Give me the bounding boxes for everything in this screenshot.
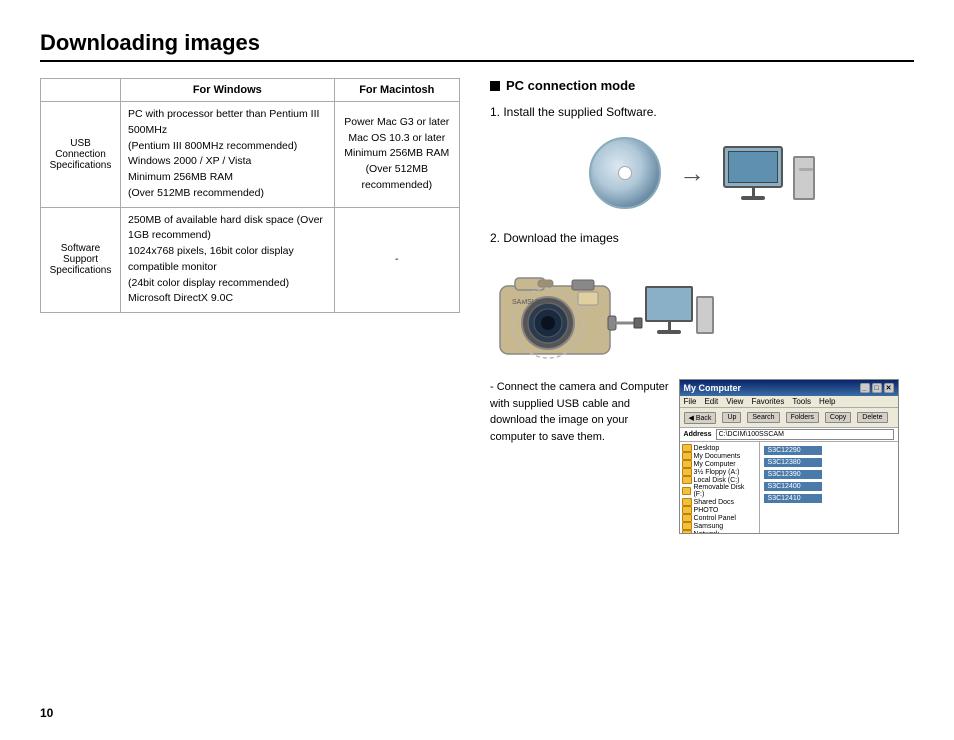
monitor-screen [728, 151, 778, 183]
table-mac-cell: - [334, 207, 459, 313]
monitor-small-group [645, 286, 693, 334]
address-input[interactable]: C:\DCIM\100SSCAM [716, 429, 894, 440]
explorer-body: DesktopMy DocumentsMy Computer3½ Floppy … [680, 442, 898, 534]
menu-file[interactable]: File [684, 397, 697, 406]
page-title: Downloading images [40, 30, 914, 62]
explorer-folder-item[interactable]: My Computer [682, 460, 757, 468]
desktop-computer-icon [723, 146, 815, 200]
menu-help[interactable]: Help [819, 397, 835, 406]
explorer-left-panel: DesktopMy DocumentsMy Computer3½ Floppy … [680, 442, 760, 534]
explorer-folder-item[interactable]: 3½ Floppy (A:) [682, 468, 757, 476]
bullet-icon [490, 81, 500, 91]
folders-btn[interactable]: Folders [786, 412, 819, 423]
search-btn[interactable]: Search [747, 412, 779, 423]
explorer-title-bar: My Computer _ □ ✕ [680, 380, 898, 396]
specs-table: For Windows For Macintosh USB Connection… [40, 78, 460, 313]
monitor-small [645, 286, 693, 322]
connect-text: - Connect the camera and Computer with s… [490, 379, 669, 445]
step2: 2. Download the images [490, 231, 914, 245]
explorer-folder-item[interactable]: Desktop [682, 444, 757, 452]
monitor-stand [752, 188, 755, 196]
explorer-file-item[interactable]: S3C12410 [764, 494, 822, 503]
explorer-title-controls: _ □ ✕ [860, 383, 894, 393]
back-btn[interactable]: ◀ Back [684, 412, 717, 424]
explorer-folder-item[interactable]: Removable Disk (F:) [682, 484, 757, 498]
explorer-folder-item[interactable]: Samsung [682, 522, 757, 530]
step1: 1. Install the supplied Software. [490, 105, 914, 119]
camera-svg: SAMSUNG [490, 258, 645, 363]
explorer-toolbar: ◀ Back Up Search Folders Copy Delete [680, 408, 898, 428]
up-btn[interactable]: Up [722, 412, 741, 423]
copy-btn[interactable]: Copy [825, 412, 851, 423]
address-label: Address [684, 431, 712, 438]
explorer-file-item[interactable]: S3C12290 [764, 446, 822, 455]
minimize-btn[interactable]: _ [860, 383, 870, 393]
explorer-folder-item[interactable]: Control Panel [682, 514, 757, 522]
right-panel: PC connection mode 1. Install the suppli… [490, 78, 914, 534]
windows-column-header: For Windows [121, 79, 335, 102]
step1-label: 1. Install the supplied Software. [490, 105, 657, 119]
menu-view[interactable]: View [726, 397, 743, 406]
explorer-folder-item[interactable]: Network [682, 530, 757, 534]
monitor-icon [723, 146, 783, 188]
page-number: 10 [40, 706, 53, 720]
macintosh-column-header: For Macintosh [334, 79, 459, 102]
table-windows-cell: PC with processor better than Pentium II… [121, 102, 335, 208]
explorer-right-panel: S3C12290 S3C12380 S3C12390 S3C12400 S3C12410 [760, 442, 898, 534]
table-row-header: Software Support Specifications [41, 207, 121, 313]
explorer-address-bar: Address C:\DCIM\100SSCAM [680, 428, 898, 442]
download-illustration: SAMSUNG [490, 255, 914, 365]
table-corner-header [41, 79, 121, 102]
menu-edit[interactable]: Edit [704, 397, 718, 406]
arrow-icon: → [679, 158, 705, 189]
explorer-folder-item[interactable]: PHOTO [682, 506, 757, 514]
explorer-file-item[interactable]: S3C12380 [764, 458, 822, 467]
explorer-title: My Computer [684, 383, 742, 393]
delete-btn[interactable]: Delete [857, 412, 887, 423]
monitor-base [741, 196, 765, 200]
table-windows-cell: 250MB of available hard disk space (Over… [121, 207, 335, 313]
tower-icon [793, 156, 815, 200]
monitor-stand-small [668, 322, 671, 330]
monitor-group [723, 146, 783, 200]
step2-label: 2. Download the images [490, 231, 619, 245]
maximize-btn[interactable]: □ [872, 383, 882, 393]
explorer-folder-item[interactable]: My Documents [682, 452, 757, 460]
explorer-folder-item[interactable]: Local Disk (C:) [682, 476, 757, 484]
cd-hole [618, 166, 632, 180]
menu-favorites[interactable]: Favorites [751, 397, 784, 406]
monitor-base-small [657, 330, 681, 334]
install-illustration: → [490, 133, 914, 213]
explorer-file-item[interactable]: S3C12400 [764, 482, 822, 491]
explorer-folder-item[interactable]: Shared Docs [682, 498, 757, 506]
explorer-screenshot: My Computer _ □ ✕ File Edit View Favorit… [679, 379, 899, 534]
specs-table-section: For Windows For Macintosh USB Connection… [40, 78, 460, 313]
connect-area: - Connect the camera and Computer with s… [490, 379, 914, 534]
cd-disc-icon [589, 137, 661, 209]
tower-small [696, 296, 714, 334]
menu-tools[interactable]: Tools [792, 397, 811, 406]
table-row-header: USB Connection Specifications [41, 102, 121, 208]
close-btn[interactable]: ✕ [884, 383, 894, 393]
desktop-small-icon [645, 286, 714, 334]
table-mac-cell: Power Mac G3 or later Mac OS 10.3 or lat… [334, 102, 459, 208]
explorer-file-item[interactable]: S3C12390 [764, 470, 822, 479]
pc-connection-title: PC connection mode [490, 78, 914, 93]
explorer-menu: File Edit View Favorites Tools Help [680, 396, 898, 408]
